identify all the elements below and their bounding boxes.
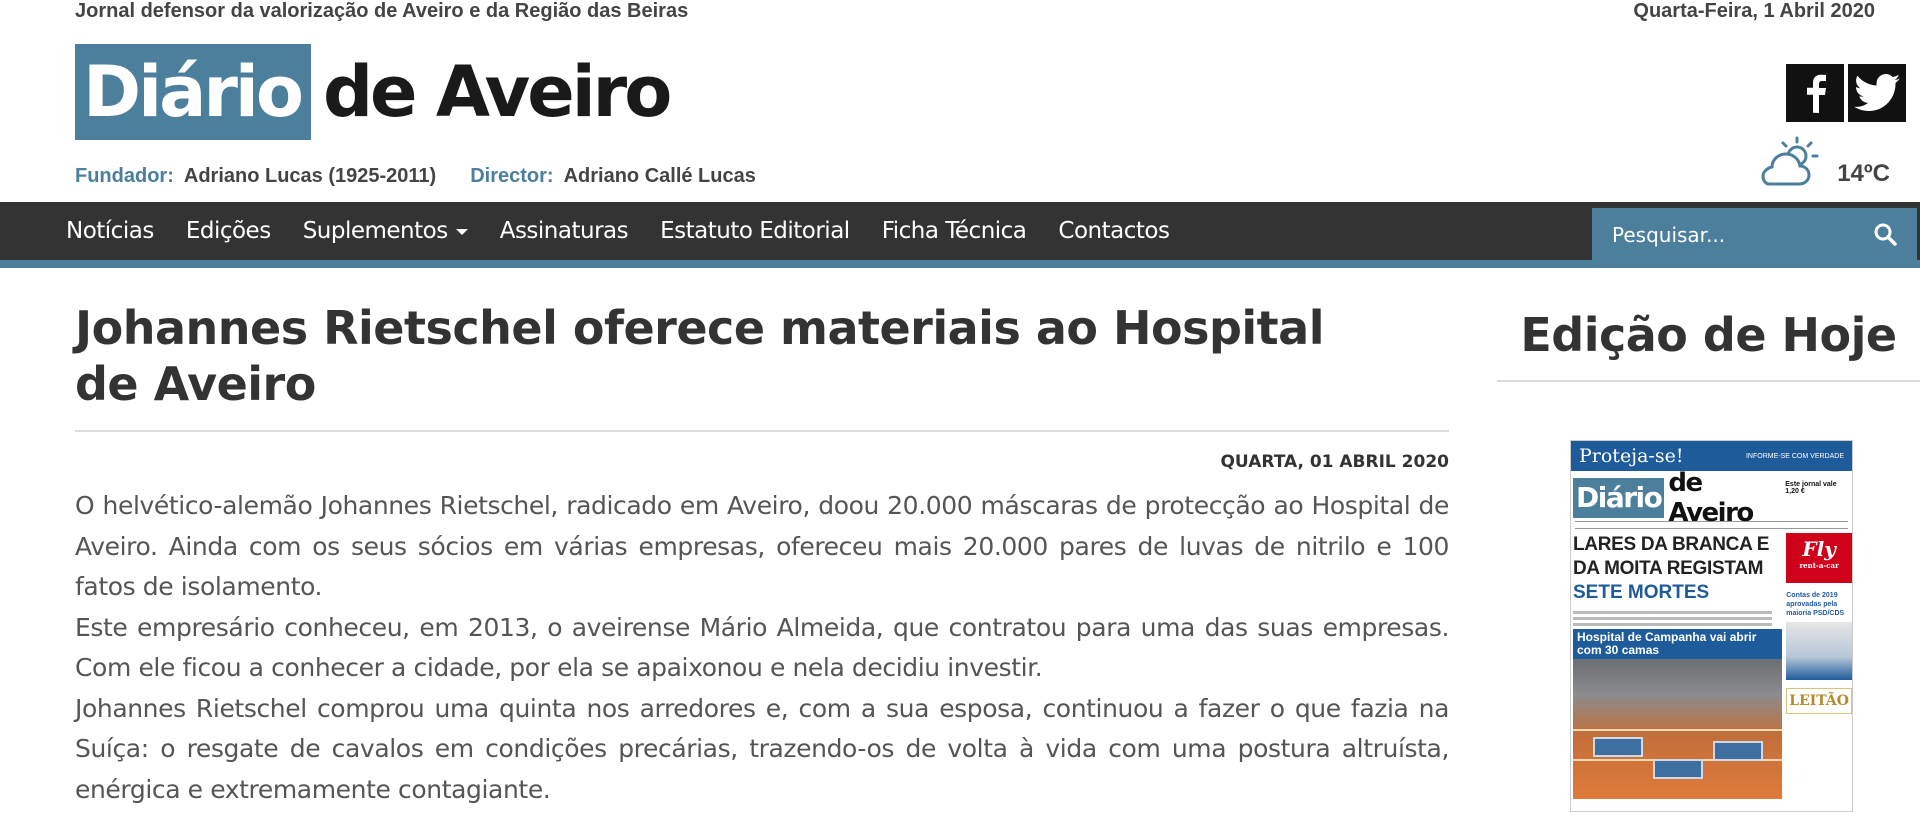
article-title: Johannes Rietschel oferece materiais ao … xyxy=(75,301,1324,411)
sidebar-divider xyxy=(1497,380,1920,382)
logo-box: Diário xyxy=(75,44,311,140)
cover-masthead: Diário de Aveiro Este jornal vale 1,20 € xyxy=(1571,468,1852,528)
cover-headline: LARES DA BRANCA E DA MOITA REGISTAM xyxy=(1573,534,1770,579)
nav-item-edicoes[interactable]: Edições xyxy=(170,218,287,244)
twitter-button[interactable] xyxy=(1848,64,1906,122)
nav-item-suplementos[interactable]: Suplementos xyxy=(287,218,484,244)
founder-name: Adriano Lucas (1925-2011) xyxy=(183,165,437,187)
site-logo[interactable]: Diário de Aveiro xyxy=(75,44,672,140)
cover-banner-text: Proteja-se! xyxy=(1579,445,1684,467)
article-paragraph: O helvético-alemão Johannes Rietschel, r… xyxy=(75,491,1449,601)
cover-banner: Proteja-se! INFORME-SE COM VERDADE xyxy=(1571,441,1852,471)
director-name: Adriano Callé Lucas xyxy=(563,165,756,187)
cover-headline-accent: SETE MORTES xyxy=(1573,582,1710,603)
cover-price: Este jornal vale 1,20 € xyxy=(1785,481,1837,495)
sidebar-title: Edição de Hoje xyxy=(1520,308,1897,362)
nav-item-estatuto-editorial[interactable]: Estatuto Editorial xyxy=(644,218,866,244)
current-date: Quarta-Feira, 1 Abril 2020 xyxy=(1633,0,1875,22)
cover-logo-rest: de Aveiro xyxy=(1668,468,1754,528)
cover-photo xyxy=(1573,659,1783,799)
main-menu: Notícias Edições Suplementos Assinaturas… xyxy=(50,202,1185,260)
logo-word-diario: Diário xyxy=(83,51,304,133)
cover-right-column: Fly rent-a-car Contas de 2019 aprovadas p… xyxy=(1782,533,1852,799)
article-date: QUARTA, 01 ABRIL 2020 xyxy=(1220,452,1449,472)
article-body: O helvético-alemão Johannes Rietschel, r… xyxy=(75,486,1449,810)
search-input[interactable] xyxy=(1592,223,1862,247)
cover-ad-subtitle: rent-a-car xyxy=(1799,561,1839,570)
nav-item-suplementos-label: Suplementos xyxy=(302,218,449,244)
cover-grid: LARES DA BRANCA E DA MOITA REGISTAM SETE… xyxy=(1571,533,1852,799)
weather-widget: 14ºC xyxy=(1757,136,1890,188)
cover-person-photo xyxy=(1786,622,1852,680)
article-paragraph: Este empresário conheceu, em 2013, o ave… xyxy=(75,612,1449,683)
partly-cloudy-icon xyxy=(1761,136,1819,186)
cover-ad-title: Fly xyxy=(1802,537,1836,561)
article: Johannes Rietschel oferece materiais ao … xyxy=(75,300,1449,810)
founder-label: Fundador: xyxy=(75,165,174,187)
nav-item-assinaturas[interactable]: Assinaturas xyxy=(484,218,644,244)
twitter-icon xyxy=(1854,74,1900,111)
nav-item-noticias[interactable]: Notícias xyxy=(50,218,170,244)
nav-item-ficha-tecnica[interactable]: Ficha Técnica xyxy=(866,218,1043,244)
cover-left-column: LARES DA BRANCA E DA MOITA REGISTAM SETE… xyxy=(1571,533,1783,799)
staff-line: Fundador: Adriano Lucas (1925-2011) Dire… xyxy=(75,165,756,188)
facebook-icon xyxy=(1807,74,1826,113)
cover-text-lines xyxy=(1573,611,1782,626)
cover-logo-box: Diário xyxy=(1573,478,1665,518)
weather-temperature: 14ºC xyxy=(1837,160,1890,187)
title-divider xyxy=(75,430,1449,432)
facebook-button[interactable] xyxy=(1786,64,1844,122)
main-navbar: Notícias Edições Suplementos Assinaturas… xyxy=(0,202,1920,268)
chevron-down-icon xyxy=(455,229,468,235)
search-box xyxy=(1592,208,1917,262)
article-paragraph: Johannes Rietschel comprou uma quinta no… xyxy=(75,693,1449,804)
nav-item-contactos[interactable]: Contactos xyxy=(1042,218,1185,244)
director-label: Director: xyxy=(470,165,554,187)
tagline: Jornal defensor da valorização de Aveiro… xyxy=(75,0,689,22)
cover-banner-right: INFORME-SE COM VERDADE xyxy=(1745,452,1844,460)
sidebar: Edição de Hoje xyxy=(1497,300,1920,382)
cover-ad-leitao: LEITÃO xyxy=(1786,688,1852,714)
cover-side-text: Contas de 2019 aprovadas pela maioria PS… xyxy=(1786,592,1845,617)
todays-edition-cover[interactable]: Proteja-se! INFORME-SE COM VERDADE Diári… xyxy=(1570,440,1853,812)
logo-word-aveiro: de Aveiro xyxy=(322,51,672,133)
social-links xyxy=(1786,64,1906,122)
cover-ad-fly: Fly rent-a-car xyxy=(1786,533,1852,583)
cover-logo: Diário de Aveiro xyxy=(1571,468,1775,528)
cover-photo-title: Hospital de Campanha vai abrir com 30 ca… xyxy=(1573,629,1783,659)
search-icon[interactable] xyxy=(1873,222,1897,246)
